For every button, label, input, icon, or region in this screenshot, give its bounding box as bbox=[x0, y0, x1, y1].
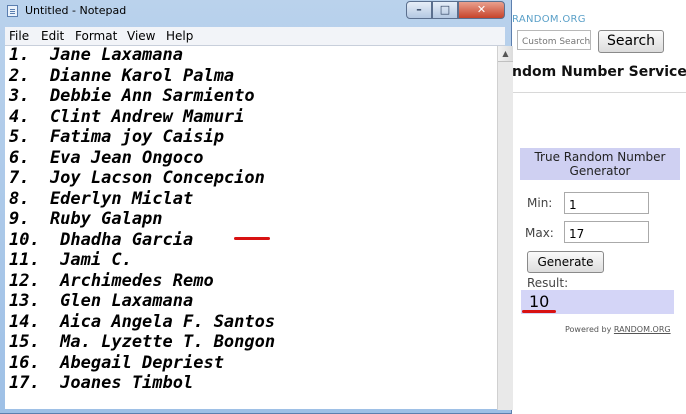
text-line: 15. Ma. Lyzette T. Bongon bbox=[9, 332, 276, 352]
text-line: 9. Ruby Galapn bbox=[9, 209, 163, 229]
result-red-underline bbox=[522, 310, 556, 313]
notepad-window: Untitled - Notepad – □ ✕ File Edit Forma… bbox=[0, 0, 513, 414]
text-line: 12. Archimedes Remo bbox=[9, 270, 214, 291]
menu-format[interactable]: Format bbox=[75, 29, 117, 43]
window-title: Untitled - Notepad bbox=[25, 4, 127, 17]
powered-by: Powered by RANDOM.ORG bbox=[565, 325, 671, 334]
text-line: 13. Glen Laxamana bbox=[9, 291, 194, 311]
window-controls: – □ ✕ bbox=[406, 1, 507, 20]
text-line: 5. Fatima joy Caisip bbox=[9, 127, 224, 147]
generate-button[interactable]: Generate bbox=[527, 251, 604, 273]
text-line: 17. Joanes Timbol bbox=[9, 373, 194, 393]
result-value: 10 bbox=[529, 292, 550, 311]
text-line: 16. Abegail Depriest bbox=[9, 352, 224, 373]
max-input[interactable] bbox=[564, 221, 649, 243]
result-label: Result: bbox=[527, 276, 569, 290]
menu-file[interactable]: File bbox=[9, 29, 29, 43]
powered-by-prefix: Powered by bbox=[565, 325, 614, 334]
site-logo[interactable]: RANDOM.ORG bbox=[512, 14, 586, 25]
maximize-button[interactable]: □ bbox=[432, 1, 458, 19]
menu-help[interactable]: Help bbox=[166, 29, 193, 43]
min-label: Min: bbox=[527, 196, 553, 210]
menu-edit[interactable]: Edit bbox=[41, 29, 64, 43]
heading-divider bbox=[512, 92, 686, 93]
service-heading: ndom Number Service bbox=[512, 64, 686, 80]
minimize-button[interactable]: – bbox=[406, 1, 432, 19]
text-line: 11. Jami C. bbox=[9, 250, 132, 270]
min-input[interactable] bbox=[564, 192, 649, 214]
notepad-icon bbox=[7, 5, 18, 17]
scroll-up-arrow-icon[interactable]: ▲ bbox=[498, 46, 513, 62]
search-button[interactable]: Search bbox=[598, 30, 664, 53]
text-line: 3. Debbie Ann Sarmiento bbox=[9, 86, 255, 106]
text-line: 8. Ederlyn Miclat bbox=[9, 188, 194, 209]
text-line: 14. Aica Angela F. Santos bbox=[9, 311, 276, 332]
close-button[interactable]: ✕ bbox=[458, 1, 505, 19]
text-line: 1. Jane Laxamana bbox=[9, 45, 183, 65]
widget-header: True Random Number Generator bbox=[520, 148, 680, 180]
notepad-text-area[interactable]: 1. Jane Laxamana 2. Dianne Karol Palma 3… bbox=[5, 45, 513, 410]
menu-bar: File Edit Format View Help bbox=[5, 27, 505, 45]
text-line: 4. Clint Andrew Mamuri bbox=[9, 106, 245, 127]
powered-by-link[interactable]: RANDOM.ORG bbox=[614, 325, 671, 334]
name-list: 1. Jane Laxamana 2. Dianne Karol Palma 3… bbox=[9, 45, 275, 394]
text-line: 6. Eva Jean Ongoco bbox=[9, 147, 204, 168]
menu-view[interactable]: View bbox=[127, 29, 155, 43]
text-line: 2. Dianne Karol Palma bbox=[9, 65, 235, 86]
text-line: 7. Joy Lacson Concepcion bbox=[9, 168, 265, 188]
max-label: Max: bbox=[525, 226, 554, 240]
vertical-scrollbar[interactable]: ▲ bbox=[497, 46, 513, 410]
winner-red-underline bbox=[234, 237, 270, 240]
custom-search-input[interactable] bbox=[517, 30, 591, 50]
